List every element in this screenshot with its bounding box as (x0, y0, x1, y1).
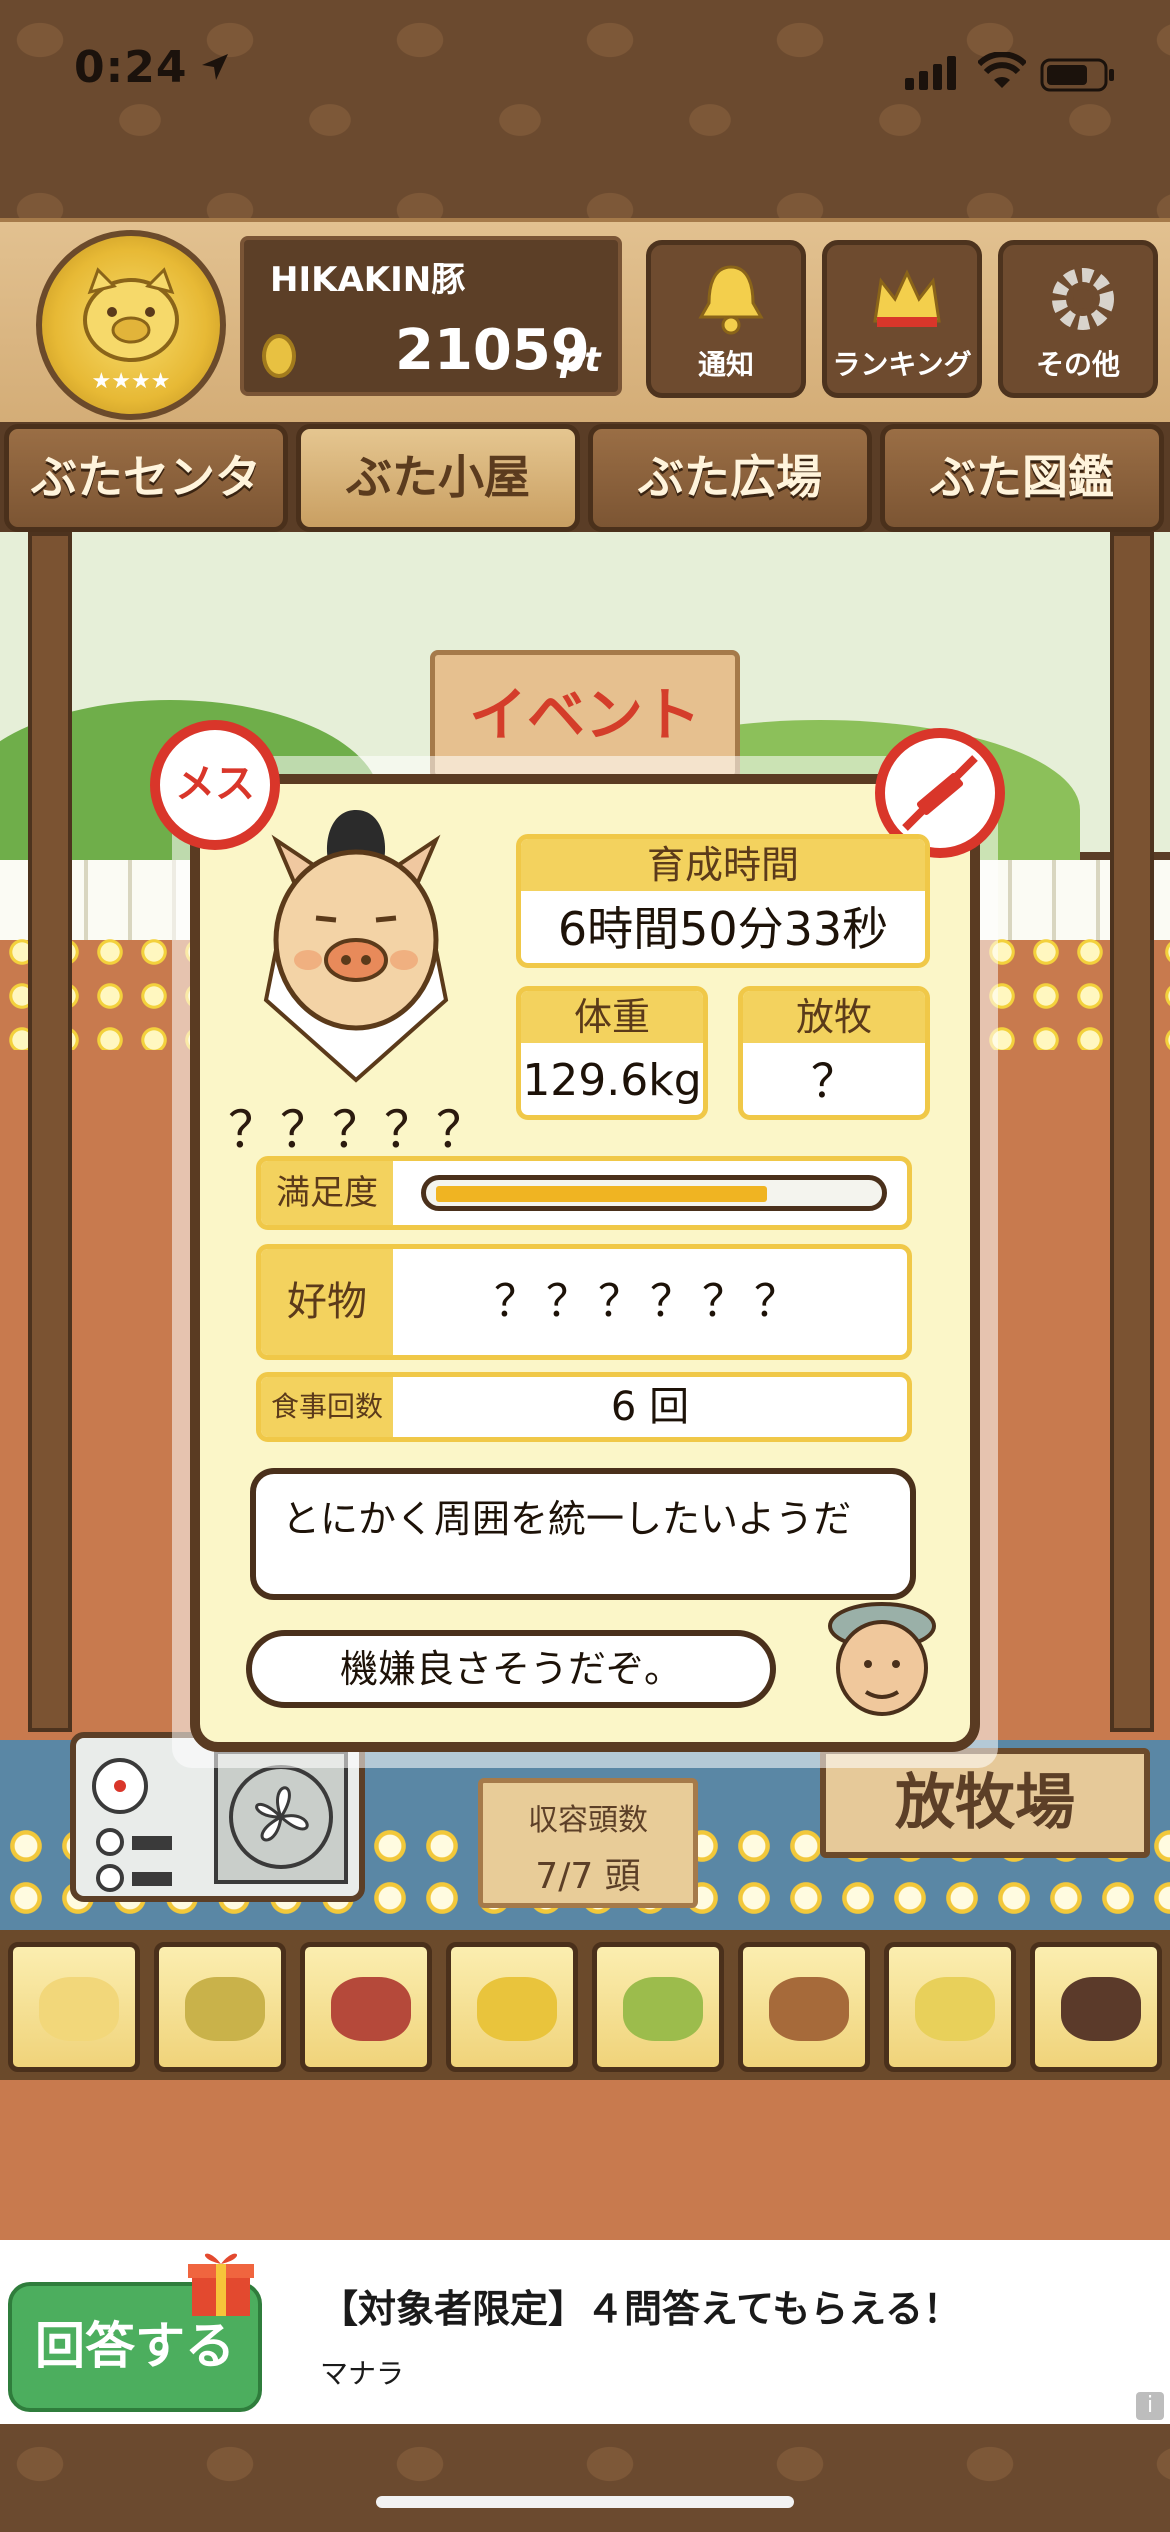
raising-time-label: 育成時間 (521, 839, 925, 891)
status-time: 0:24 (74, 42, 188, 93)
food-slot-corn[interactable] (446, 1942, 578, 2072)
pig-name: ？？？？？ (228, 1101, 488, 1159)
ad-sponsor: マナラ (320, 2357, 405, 2390)
capacity-label: 収容頭数 (528, 1803, 648, 1838)
acorns-icon (769, 1977, 849, 2041)
satisfaction-meter (421, 1175, 887, 1211)
feed-bowl-icon (915, 1977, 995, 2041)
notifications-label: 通知 (697, 348, 754, 381)
food-slot-grain[interactable] (8, 1942, 140, 2072)
battery-icon (1040, 58, 1114, 92)
cellular-signal-icon (905, 56, 956, 90)
food-slot-sweet-potato[interactable] (300, 1942, 432, 2072)
mixed-grain-icon (185, 1977, 265, 2041)
pig-comment-bubble: とにかく周囲を統一したいようだ (250, 1468, 916, 1600)
weight-value: 129.6kg (522, 1055, 702, 1106)
meal-count-row: 食事回数 6 回 (256, 1372, 912, 1442)
lower-ground (0, 2080, 1170, 2240)
meal-count-value: 6 回 (610, 1384, 690, 1430)
sweet-potato-icon (331, 1977, 411, 2041)
grazing-label: 放牧 (743, 991, 925, 1043)
pig-rank-emblem[interactable]: ★★★★ (36, 230, 226, 420)
grazing-value: ？ (811, 1054, 857, 1108)
tab-buta-hut[interactable]: ぶた小屋 (296, 424, 580, 532)
ranking-button[interactable]: ランキング (822, 240, 982, 398)
grain-pile-icon (39, 1977, 119, 2041)
food-slot-mixed-grain[interactable] (154, 1942, 286, 2072)
capacity-value: 7/7 頭 (535, 1856, 641, 1897)
raising-time-value: 6時間50分33秒 (557, 902, 889, 956)
weight-box: 体重 129.6kg (516, 986, 708, 1120)
food-slot-beans[interactable] (592, 1942, 724, 2072)
weight-label: 体重 (521, 991, 703, 1043)
grazing-box: 放牧 ？ (738, 986, 930, 1120)
meal-count-label: 食事回数 (261, 1377, 393, 1437)
tab-buta-center[interactable]: ぶたセンター (4, 424, 288, 600)
gift-box-icon (188, 2253, 254, 2316)
mood-bubble: 機嫌良さそうだぞ。 (246, 1630, 776, 1708)
svg-text:★★★★: ★★★★ (92, 369, 171, 394)
pig-face-icon: ★★★★ (83, 267, 179, 394)
satisfaction-label: 満足度 (261, 1161, 393, 1225)
tab-buta-plaza[interactable]: ぶた広場 (588, 424, 872, 532)
home-indicator[interactable] (376, 2496, 794, 2508)
raising-time-box: 育成時間 6時間50分33秒 (516, 834, 930, 968)
capacity-sign: 収容頭数 7/7 頭 (478, 1778, 698, 1908)
location-arrow-icon (202, 54, 228, 80)
coin-icon (262, 334, 296, 378)
notifications-button[interactable]: 通知 (646, 240, 806, 398)
food-slot-feed-bowl[interactable] (884, 1942, 1016, 2072)
corn-icon (477, 1977, 557, 2041)
satisfaction-meter-fill (436, 1186, 767, 1202)
tab-buta-encyclopedia[interactable]: ぶた図鑑 (880, 424, 1164, 532)
gear-icon (1052, 268, 1114, 330)
ad-info-icon[interactable]: i (1136, 2392, 1164, 2420)
others-button[interactable]: その他 (998, 240, 1158, 398)
favorite-food-row: 好物 ？？？？？？ (256, 1244, 912, 1360)
points-unit: pt (560, 340, 601, 380)
bottom-pattern-band (0, 2424, 1170, 2532)
meatballs-plate-icon (1061, 1977, 1141, 2041)
syringe-prohibited-icon (902, 755, 978, 831)
player-name: HIKAKIN豚 (270, 260, 466, 300)
satisfaction-row: 満足度 (256, 1156, 912, 1230)
pig-portrait (263, 810, 449, 1083)
food-slot-meatballs[interactable] (1030, 1942, 1162, 2072)
ad-title[interactable]: 【対象者限定】４問答えてもらえる！ (320, 2278, 961, 2333)
bell-icon (698, 265, 764, 335)
ranking-label: ランキング (832, 348, 972, 381)
gate-pole-right (1110, 532, 1154, 1732)
crown-icon (873, 269, 941, 327)
favorite-food-value: ？？？？？？ (494, 1276, 806, 1327)
farmer-avatar (828, 1602, 936, 1716)
food-slot-acorns[interactable] (738, 1942, 870, 2072)
favorite-food-label: 好物 (261, 1249, 393, 1355)
others-label: その他 (1035, 348, 1120, 381)
beans-leaves-icon (623, 1977, 703, 2041)
gate-pole-left (28, 532, 72, 1732)
wifi-icon (978, 52, 1026, 88)
